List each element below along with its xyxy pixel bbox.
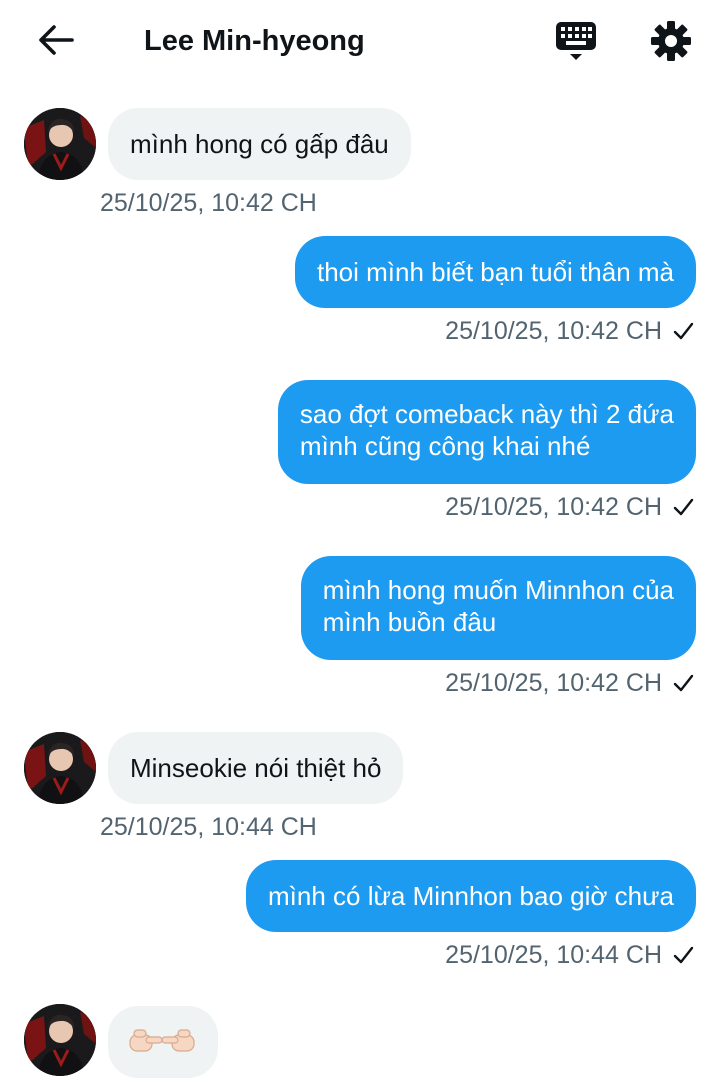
message-timestamp: 25/10/25, 10:42 CH bbox=[445, 493, 662, 521]
message-bubble-incoming[interactable]: mình hong có gấp đâu bbox=[108, 108, 411, 180]
message-bubble-outgoing[interactable]: mình có lừa Minnhon bao giờ chưa bbox=[246, 860, 696, 932]
message-bubble-incoming[interactable]: Minseokie nói thiệt hỏ bbox=[108, 732, 404, 804]
message-bubble-outgoing[interactable]: sao đợt comeback này thì 2 đứa mình cũng… bbox=[277, 380, 696, 484]
keyboard-button[interactable] bbox=[552, 18, 600, 64]
user-photo-icon bbox=[24, 108, 96, 180]
user-photo-icon bbox=[24, 1004, 96, 1076]
sent-check-icon bbox=[673, 946, 694, 964]
message-bubble-outgoing[interactable]: mình hong muốn Minnhon của mình buồn đâu bbox=[300, 556, 696, 660]
message-bubble-incoming[interactable] bbox=[108, 1006, 218, 1078]
user-photo-icon bbox=[24, 732, 96, 804]
message-timestamp: 25/10/25, 10:42 CH bbox=[445, 669, 662, 697]
sent-check-icon bbox=[673, 674, 694, 692]
message-timestamp: 25/10/25, 10:42 CH bbox=[445, 317, 662, 345]
sent-check-icon bbox=[673, 498, 694, 516]
conversation-title: Lee Min-hyeong bbox=[144, 25, 365, 57]
message-meta: 25/10/25, 10:42 CH bbox=[445, 316, 694, 346]
avatar[interactable] bbox=[24, 108, 96, 180]
arrow-left-icon bbox=[39, 25, 74, 55]
keyboard-icon bbox=[556, 22, 596, 60]
message-meta: 25/10/25, 10:42 CH bbox=[445, 668, 694, 698]
avatar[interactable] bbox=[24, 732, 96, 804]
gear-icon bbox=[651, 21, 691, 61]
back-button[interactable] bbox=[34, 20, 78, 60]
message-timestamp: 25/10/25, 10:42 CH bbox=[100, 189, 317, 217]
message-timestamp: 25/10/25, 10:44 CH bbox=[445, 941, 662, 969]
pointing-fingers-emoji bbox=[129, 1029, 195, 1052]
avatar[interactable] bbox=[24, 1004, 96, 1076]
message-meta: 25/10/25, 10:42 CH bbox=[445, 492, 694, 522]
settings-button[interactable] bbox=[648, 18, 694, 64]
message-meta: 25/10/25, 10:44 CH bbox=[445, 940, 694, 970]
chat-header: Lee Min-hyeong bbox=[0, 0, 720, 82]
message-timestamp: 25/10/25, 10:44 CH bbox=[100, 813, 317, 841]
sent-check-icon bbox=[673, 322, 694, 340]
message-bubble-outgoing[interactable]: thoi mình biết bạn tuổi thân mà bbox=[294, 236, 696, 308]
